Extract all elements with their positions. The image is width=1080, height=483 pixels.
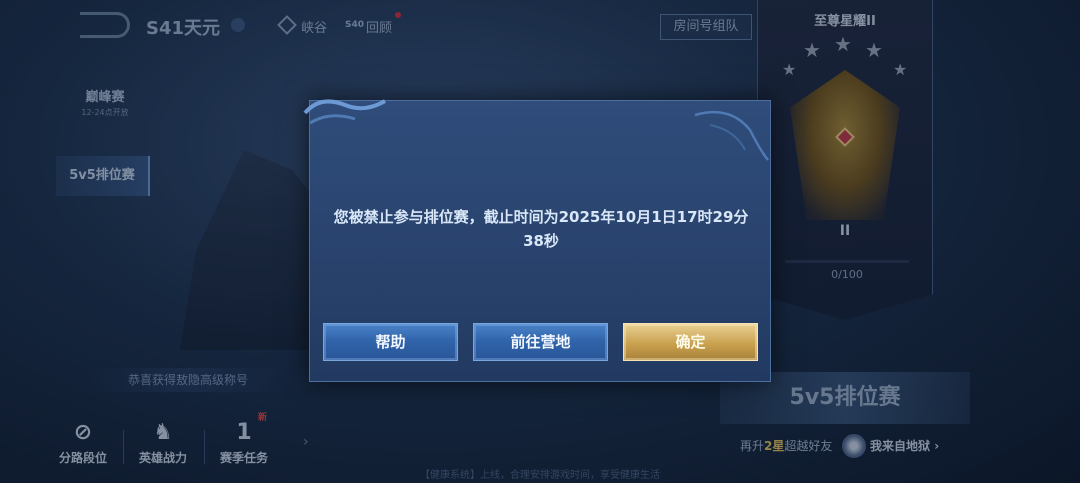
ban-message: 您被禁止参与排位赛，截止时间为2025年10月1日17时29分38秒	[333, 208, 749, 250]
confirm-button[interactable]: 确定	[623, 323, 758, 361]
help-button[interactable]: 帮助	[323, 323, 458, 361]
ban-notice-dialog: 您被禁止参与排位赛，截止时间为2025年10月1日17时29分38秒 帮助 前往…	[303, 99, 771, 382]
go-to-camp-button[interactable]: 前往营地	[473, 323, 608, 361]
cloud-swirl-icon	[694, 110, 769, 161]
cloud-swirl-icon	[303, 99, 387, 125]
